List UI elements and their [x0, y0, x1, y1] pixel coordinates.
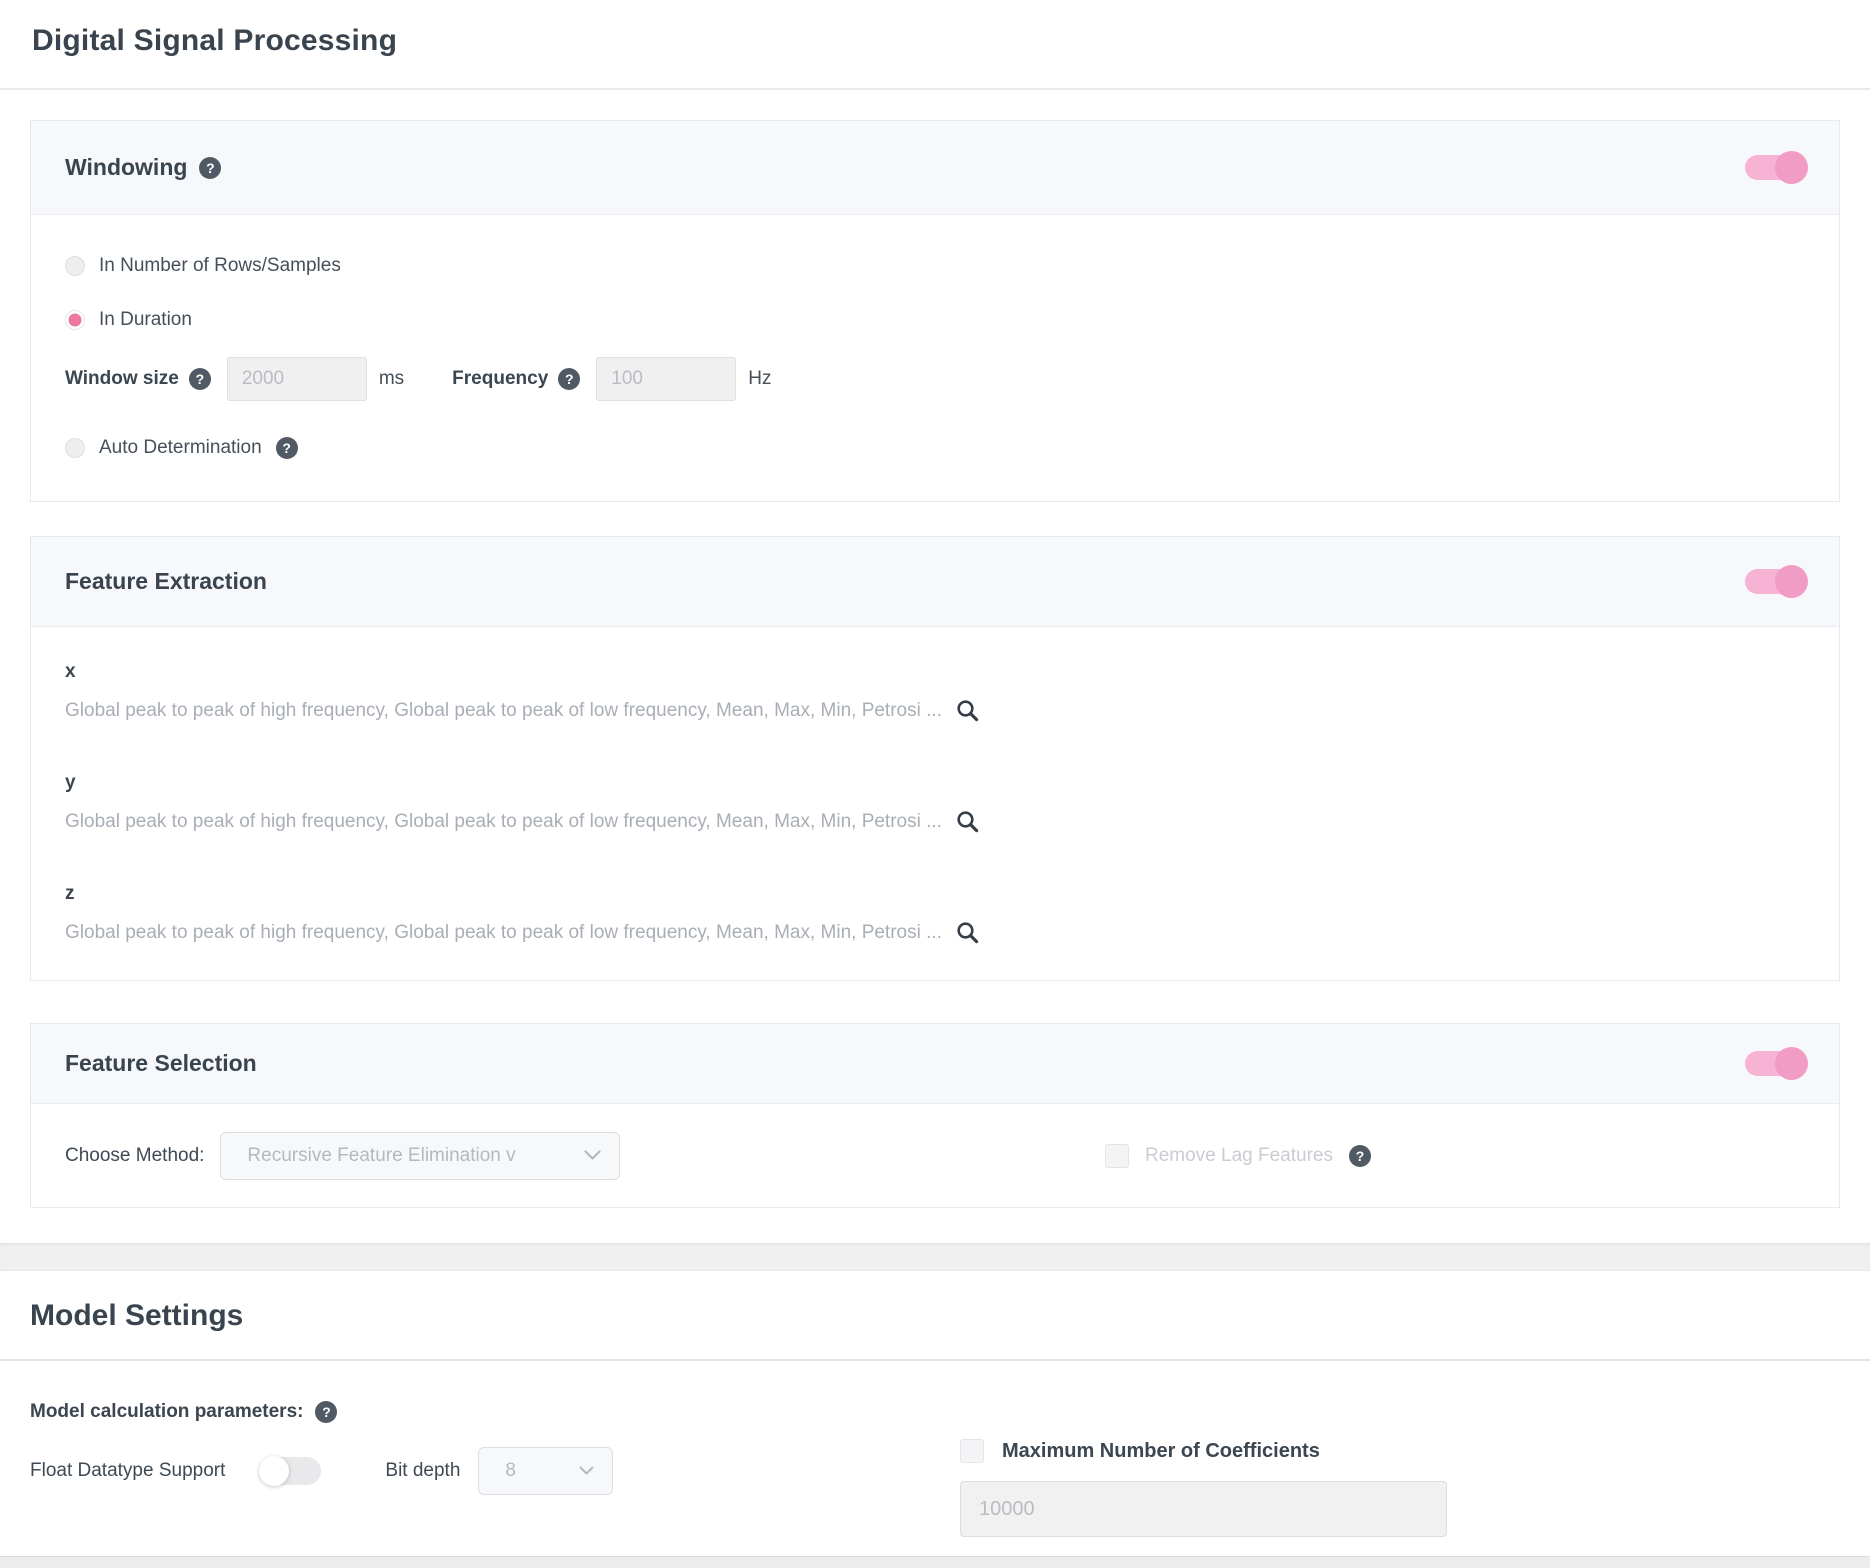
- axis-x-features-placeholder: Global peak to peak of high frequency, G…: [65, 700, 942, 722]
- dsp-settings-panel: Windowing ? In Number of Rows/Samples In…: [0, 120, 1870, 1495]
- feature-extraction-header: Feature Extraction: [31, 537, 1839, 627]
- frequency-label: Frequency: [452, 368, 548, 390]
- auto-determination-help-icon[interactable]: ?: [276, 437, 298, 459]
- radio-button-selected[interactable]: [65, 310, 85, 330]
- calc-params-help-icon[interactable]: ?: [315, 1401, 337, 1423]
- window-size-row: Window size ? ms Frequency ? Hz: [65, 357, 1805, 401]
- window-size-help-icon[interactable]: ?: [189, 368, 211, 390]
- radio-auto-determination[interactable]: Auto Determination ?: [65, 437, 1805, 459]
- windowing-card-header: Windowing ?: [31, 121, 1839, 215]
- max-coefficients-checkbox[interactable]: [960, 1439, 984, 1463]
- axis-x-block: x Global peak to peak of high frequency,…: [65, 661, 1805, 722]
- chevron-down-icon: [579, 1466, 594, 1476]
- radio-label: Auto Determination: [99, 437, 262, 459]
- remove-lag-group: Remove Lag Features ?: [1105, 1144, 1371, 1168]
- max-coefficients-row: Maximum Number of Coefficients: [960, 1439, 1447, 1463]
- windowing-toggle[interactable]: [1745, 155, 1805, 180]
- page-header: Digital Signal Processing: [0, 0, 1870, 90]
- feature-extraction-toggle[interactable]: [1745, 569, 1805, 594]
- axis-y-label: y: [65, 772, 1805, 794]
- method-dropdown[interactable]: Recursive Feature Elimination v: [220, 1132, 620, 1180]
- method-dropdown-value: Recursive Feature Elimination v: [247, 1145, 574, 1167]
- axis-y-features-placeholder: Global peak to peak of high frequency, G…: [65, 811, 942, 833]
- frequency-unit: Hz: [748, 368, 771, 390]
- bit-depth-value: 8: [505, 1460, 569, 1482]
- windowing-help-icon[interactable]: ?: [199, 157, 221, 179]
- frequency-help-icon[interactable]: ?: [558, 368, 580, 390]
- float-support-toggle[interactable]: [259, 1457, 321, 1485]
- max-coefficients-label: Maximum Number of Coefficients: [1002, 1440, 1320, 1463]
- max-coefficients-input[interactable]: [960, 1481, 1447, 1537]
- window-size-unit: ms: [379, 368, 404, 390]
- windowing-body: In Number of Rows/Samples In Duration Wi…: [31, 215, 1839, 501]
- feature-extraction-title: Feature Extraction: [65, 568, 267, 595]
- model-settings-section: Model Settings Model calculation paramet…: [30, 1299, 1840, 1495]
- chevron-down-icon: [584, 1150, 601, 1161]
- windowing-title: Windowing: [65, 154, 187, 181]
- window-size-input[interactable]: [227, 357, 367, 401]
- axis-x-label: x: [65, 661, 1805, 683]
- radio-label: In Duration: [99, 309, 192, 331]
- toggle-knob: [1775, 565, 1808, 598]
- remove-lag-label: Remove Lag Features: [1145, 1145, 1333, 1167]
- remove-lag-checkbox[interactable]: [1105, 1144, 1129, 1168]
- feature-selection-title: Feature Selection: [65, 1050, 257, 1077]
- model-settings-divider: [0, 1359, 1870, 1361]
- max-coefficients-group: Maximum Number of Coefficients: [960, 1439, 1447, 1537]
- axis-z-label: z: [65, 883, 1805, 905]
- model-settings-rows: Model calculation parameters: ? Float Da…: [30, 1401, 1840, 1495]
- search-icon[interactable]: [956, 810, 979, 833]
- search-icon[interactable]: [956, 699, 979, 722]
- calc-params-row: Model calculation parameters: ?: [30, 1401, 1840, 1423]
- feature-selection-body: Choose Method: Recursive Feature Elimina…: [31, 1104, 1839, 1207]
- axis-z-features-placeholder: Global peak to peak of high frequency, G…: [65, 922, 942, 944]
- feature-selection-header: Feature Selection: [31, 1024, 1839, 1104]
- bit-depth-label: Bit depth: [385, 1460, 460, 1482]
- toggle-knob: [1775, 151, 1808, 184]
- toggle-knob: [1775, 1047, 1808, 1080]
- frequency-input[interactable]: [596, 357, 736, 401]
- float-support-label: Float Datatype Support: [30, 1460, 225, 1482]
- model-settings-title: Model Settings: [30, 1299, 1840, 1333]
- axis-y-block: y Global peak to peak of high frequency,…: [65, 772, 1805, 833]
- footer-strip: [0, 1556, 1870, 1568]
- radio-in-duration[interactable]: In Duration: [65, 309, 1805, 331]
- toggle-knob: [259, 1456, 289, 1486]
- axis-x-feature-field[interactable]: Global peak to peak of high frequency, G…: [65, 699, 1805, 722]
- windowing-card: Windowing ? In Number of Rows/Samples In…: [30, 120, 1840, 502]
- radio-button[interactable]: [65, 438, 85, 458]
- axis-z-block: z Global peak to peak of high frequency,…: [65, 883, 1805, 944]
- axis-z-feature-field[interactable]: Global peak to peak of high frequency, G…: [65, 921, 1805, 944]
- radio-label: In Number of Rows/Samples: [99, 255, 341, 277]
- axis-y-feature-field[interactable]: Global peak to peak of high frequency, G…: [65, 810, 1805, 833]
- choose-method-label: Choose Method:: [65, 1145, 204, 1167]
- remove-lag-help-icon[interactable]: ?: [1349, 1145, 1371, 1167]
- feature-selection-toggle[interactable]: [1745, 1051, 1805, 1076]
- bit-depth-dropdown[interactable]: 8: [478, 1447, 613, 1495]
- page-title: Digital Signal Processing: [32, 24, 1838, 58]
- calc-params-label: Model calculation parameters:: [30, 1401, 303, 1423]
- section-divider-band: [0, 1243, 1870, 1271]
- radio-button[interactable]: [65, 256, 85, 276]
- search-icon[interactable]: [956, 921, 979, 944]
- radio-rows-samples[interactable]: In Number of Rows/Samples: [65, 255, 1805, 277]
- feature-selection-card: Feature Selection Choose Method: Recursi…: [30, 1023, 1840, 1208]
- float-support-row: Float Datatype Support Bit depth 8: [30, 1447, 1840, 1495]
- feature-extraction-card: Feature Extraction x Global peak to peak…: [30, 536, 1840, 981]
- feature-extraction-body: x Global peak to peak of high frequency,…: [31, 627, 1839, 980]
- window-size-label: Window size: [65, 368, 179, 390]
